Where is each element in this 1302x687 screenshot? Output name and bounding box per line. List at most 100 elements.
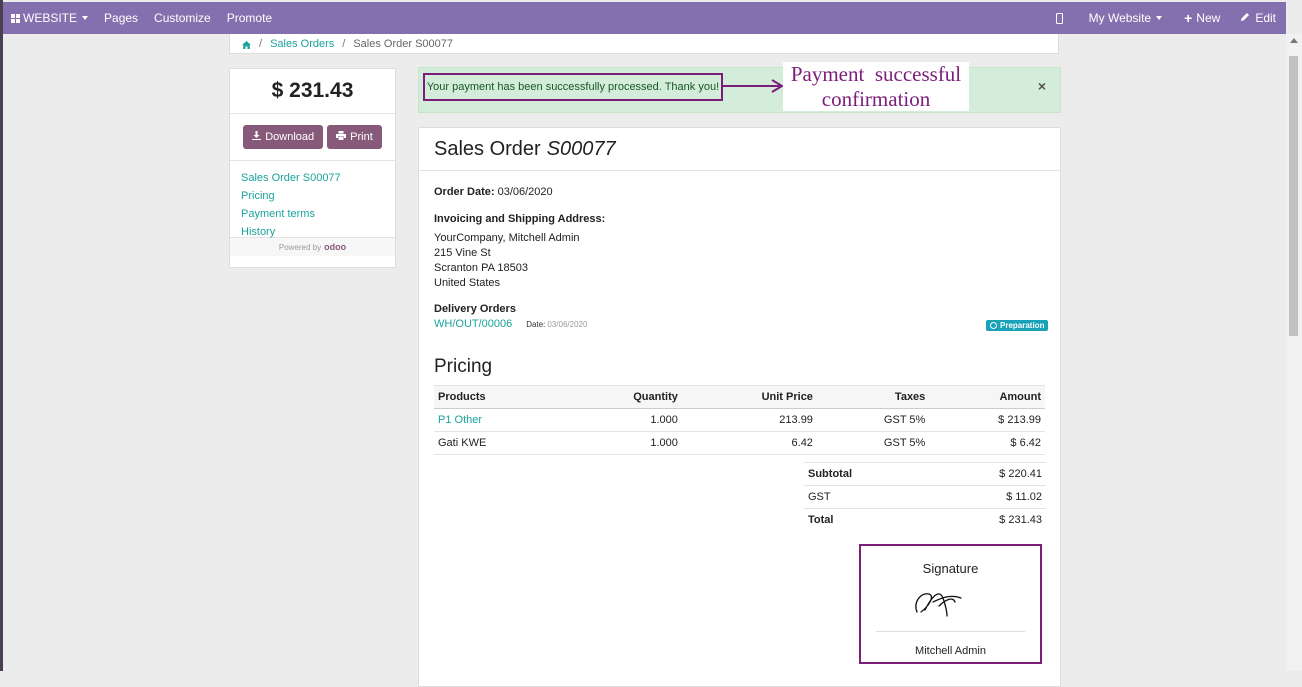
new-button[interactable]: + New [1176,2,1232,34]
address-label: Invoicing and Shipping Address: [434,213,606,225]
status-badge-label: Preparation [1000,321,1045,330]
status-badge: Preparation [986,320,1049,331]
plus-icon: + [1184,10,1193,26]
my-website-label: My Website [1088,11,1152,25]
alert-message: Your payment has been successfully proce… [423,73,723,101]
breadcrumb-separator: / [342,37,346,50]
sidebar-actions: Download Print [230,114,395,161]
product-name: Gati KWE [434,431,563,455]
mobile-preview-button[interactable] [1044,2,1081,34]
annotation-line-1: Payment successful [790,62,962,86]
scrollbar-thumb[interactable] [1289,56,1298,336]
col-unit-price: Unit Price [681,385,817,409]
signature-divider [876,631,1025,632]
left-window-edge [0,0,3,671]
col-products: Products [434,385,563,409]
unit-price-cell: 213.99 [681,408,817,432]
download-button[interactable]: Download [243,125,324,149]
order-date-value: 03/06/2020 [497,186,553,198]
scroll-up-arrow-icon[interactable] [1290,38,1298,43]
breadcrumb-current: Sales Order S00077 [353,37,453,50]
new-label: New [1196,11,1221,25]
col-taxes: Taxes [816,385,930,409]
breadcrumb-separator: / [259,37,263,50]
signature-box: Signature Mitchell Admin [859,544,1042,664]
print-icon [336,131,347,143]
home-icon[interactable] [242,40,251,49]
col-quantity: Quantity [562,385,682,409]
signature-title: Signature [922,561,979,576]
subtotal-row: Subtotal $ 220.41 [804,462,1046,486]
breadcrumb-sales-orders[interactable]: Sales Orders [270,38,334,50]
alert-close-button[interactable]: × [1038,78,1046,94]
quantity-cell: 1.000 [562,431,682,455]
amount-cell: $ 6.42 [929,431,1045,455]
edit-label: Edit [1255,11,1276,25]
promote-menu[interactable]: Promote [219,2,280,34]
delivery-date-value: 03/06/2020 [547,320,588,329]
address-line: 215 Vine St [434,247,491,259]
top-navbar: WEBSITE Pages Customize Promote My Websi… [3,2,1286,34]
order-date-row: Order Date: 03/06/2020 [434,186,553,198]
subtotal-value: $ 220.41 [926,462,1046,486]
sidebar-total-amount: $ 231.43 [230,69,395,114]
col-amount: Amount [929,385,1045,409]
signer-name: Mitchell Admin [915,645,986,657]
delivery-orders-label: Delivery Orders [434,303,516,315]
mobile-icon [1055,12,1063,24]
unit-price-cell: 6.42 [681,431,817,455]
amount-cell: $ 213.99 [929,408,1045,432]
breadcrumb: / Sales Orders / Sales Order S00077 [229,34,1059,54]
total-row: Total $ 231.43 [804,508,1046,531]
annotation-callout: Payment successful confirmation [783,62,969,111]
quantity-cell: 1.000 [562,408,682,432]
totals-table: Subtotal $ 220.41 GST $ 11.02 Total $ 23… [804,462,1046,531]
apps-grid-icon [11,13,20,23]
tax-label: GST [804,485,927,509]
product-link[interactable]: P1 Other [434,408,563,432]
total-label: Total [804,508,927,531]
website-menu[interactable]: WEBSITE [3,2,96,34]
delivery-order-link[interactable]: WH/OUT/00006 [434,318,512,330]
annotation-line-2: confirmation [821,87,931,111]
download-label: Download [265,131,315,143]
odoo-logo[interactable]: odoo [324,242,346,252]
delivery-order-row: WH/OUT/00006 Date: 03/06/2020 [434,318,587,330]
delivery-date-label: Date: [526,320,546,329]
address-line: United States [434,277,501,289]
order-number: S00077 [546,137,616,160]
tax-value: $ 11.02 [926,485,1046,509]
total-value: $ 231.43 [926,508,1046,531]
address-line: YourCompany, Mitchell Admin [434,232,580,244]
customize-menu[interactable]: Customize [146,2,219,34]
products-table: Products Quantity Unit Price Taxes Amoun… [434,385,1045,455]
pages-menu[interactable]: Pages [96,2,146,34]
sidebar-link-payment-terms[interactable]: Payment terms [241,205,384,223]
clock-icon [990,322,997,329]
taxes-cell: GST 5% [816,408,930,432]
address-block: YourCompany, Mitchell Admin 215 Vine St … [434,231,580,291]
download-icon [252,131,262,143]
tax-row: GST $ 11.02 [804,485,1046,509]
sidebar-link-sales-order[interactable]: Sales Order S00077 [241,169,384,187]
pencil-icon [1240,11,1250,25]
sidebar-link-pricing[interactable]: Pricing [241,187,384,205]
annotation-arrow-icon [722,79,784,93]
address-line: Scranton PA 18503 [434,262,528,274]
order-title: Sales Order S00077 [419,128,1060,171]
sales-order-card: Sales Order S00077 Order Date: 03/06/202… [418,127,1061,687]
my-website-menu[interactable]: My Website [1081,2,1176,34]
website-menu-label: WEBSITE [23,11,78,25]
edit-button[interactable]: Edit [1232,2,1286,34]
print-button[interactable]: Print [327,125,382,149]
order-sidebar: $ 231.43 Download Print Sales Order S000… [229,68,396,268]
vertical-scrollbar[interactable] [1286,34,1302,671]
caret-down-icon [1156,16,1163,20]
taxes-cell: GST 5% [816,431,930,455]
powered-by-text: Powered by [278,242,322,252]
signature-image [915,593,962,617]
sidebar-nav: Sales Order S00077 Pricing Payment terms… [230,161,395,238]
order-date-label: Order Date: [434,186,495,198]
table-row: Gati KWE 1.000 6.42 GST 5% $ 6.42 [434,431,1045,455]
order-title-prefix: Sales Order [434,137,541,160]
